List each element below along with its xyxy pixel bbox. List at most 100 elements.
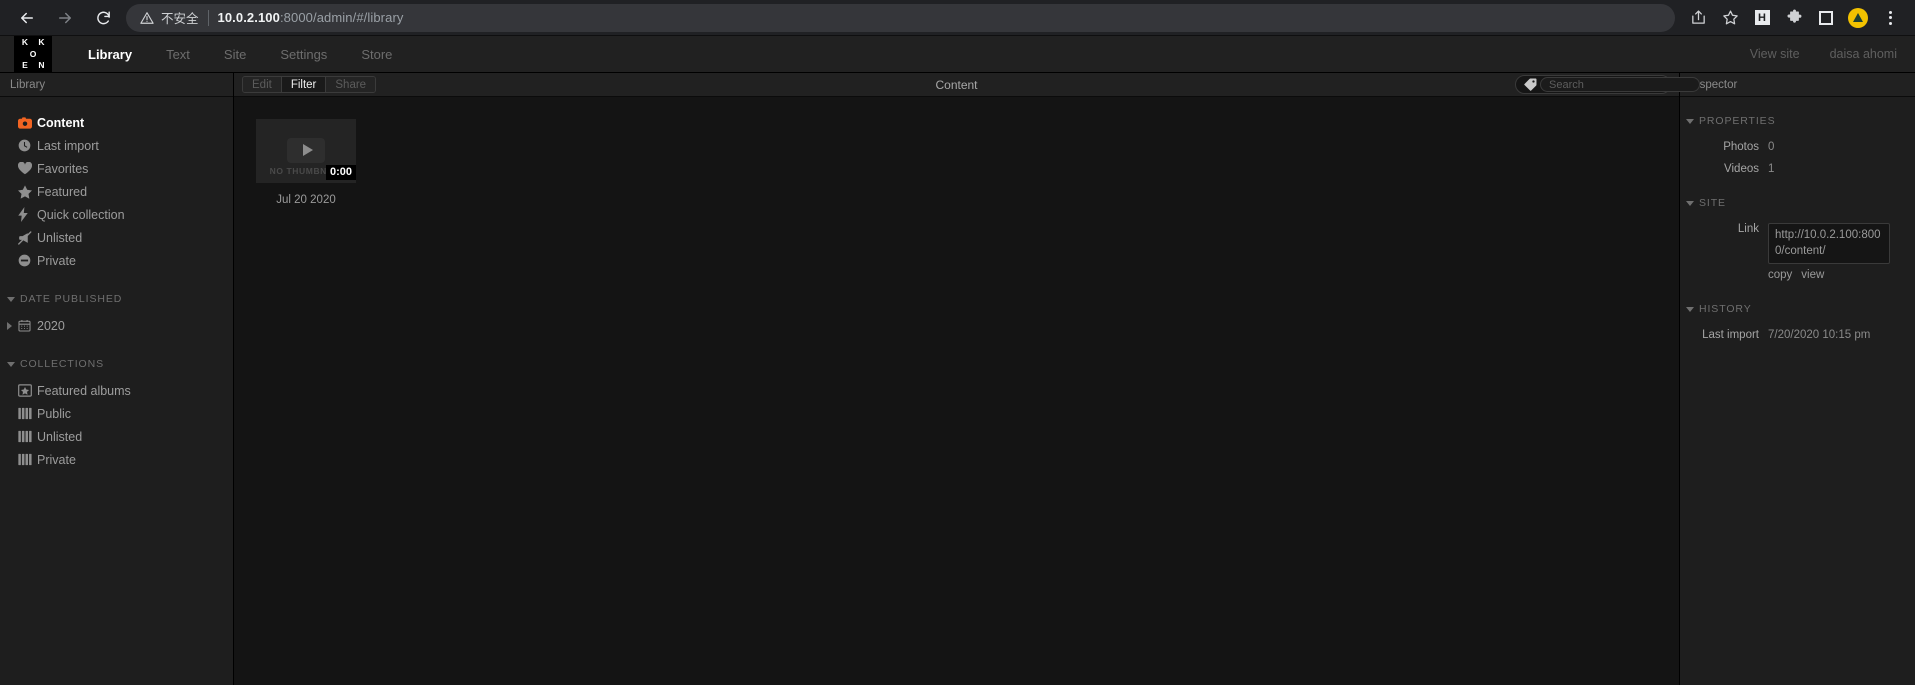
sidebar-item-featured-albums[interactable]: Featured albums xyxy=(0,379,233,402)
search-input[interactable] xyxy=(1540,77,1700,92)
sidebar-item-label: Quick collection xyxy=(37,207,125,222)
reload-button[interactable] xyxy=(86,3,120,33)
nav-item-site[interactable]: Site xyxy=(224,47,246,62)
extension-h-icon[interactable]: H xyxy=(1747,3,1777,33)
edit-button[interactable]: Edit xyxy=(243,77,282,92)
share-button[interactable]: Share xyxy=(326,77,376,92)
account-name-link[interactable]: daisa ahomi xyxy=(1830,47,1897,61)
app-header: K K E N O Library Text Site Settings Sto… xyxy=(0,36,1915,73)
address-bar[interactable]: 不安全 10.0.2.100:8000/admin/#/library xyxy=(126,3,1675,32)
albums-icon xyxy=(18,453,37,466)
inspector-row-photos: Photos 0 xyxy=(1680,141,1915,153)
puzzle-piece-icon[interactable] xyxy=(1779,3,1809,33)
play-icon xyxy=(287,137,325,163)
inspector-row-value: 0 xyxy=(1768,141,1775,153)
inspector-section-history[interactable]: HISTORY xyxy=(1680,299,1915,319)
sidebar-item-content[interactable]: Content xyxy=(0,111,233,134)
sidebar-square-glyph xyxy=(1819,10,1833,25)
sidebar-item-collection-public[interactable]: Public xyxy=(0,402,233,425)
sidebar-section-label: COLLECTIONS xyxy=(20,358,104,370)
avatar-glyph xyxy=(1853,13,1863,22)
warning-triangle-icon xyxy=(140,11,154,25)
sidebar-section-label: DATE PUBLISHED xyxy=(20,293,123,305)
inspector-section-label: HISTORY xyxy=(1699,303,1752,316)
filter-button[interactable]: Filter xyxy=(281,77,327,92)
chevron-right-icon[interactable] xyxy=(7,321,18,330)
arrow-left-icon xyxy=(21,12,33,23)
sidebar-item-label: Unlisted xyxy=(37,429,83,444)
sidebar-item-label: Featured albums xyxy=(37,383,131,398)
chevron-down-icon xyxy=(7,296,15,302)
tag-icon[interactable] xyxy=(1521,77,1540,92)
sidebar-item-label: Unlisted xyxy=(37,230,83,245)
forward-button[interactable] xyxy=(48,3,82,33)
asset-grid: NO THUMBNAIL 0:00 Jul 20 2020 xyxy=(234,97,1679,685)
sidebar-section-date-published[interactable]: DATE PUBLISHED xyxy=(0,288,233,310)
bookmark-star-icon[interactable] xyxy=(1715,3,1745,33)
security-status-label: 不安全 xyxy=(161,12,199,26)
sidebar-item-label: Featured xyxy=(37,184,88,199)
nav-item-store[interactable]: Store xyxy=(361,47,392,62)
inspector-section-properties[interactable]: PROPERTIES xyxy=(1680,111,1915,131)
albums-icon xyxy=(18,430,37,443)
copy-link-button[interactable]: copy xyxy=(1768,269,1792,281)
reload-icon xyxy=(96,11,110,25)
inspector-row-label: Link xyxy=(1737,223,1759,235)
back-button[interactable] xyxy=(10,3,44,33)
chevron-down-icon xyxy=(1686,306,1694,312)
asset-item[interactable]: NO THUMBNAIL 0:00 Jul 20 2020 xyxy=(256,119,356,206)
sidebar-item-featured[interactable]: Featured xyxy=(0,180,233,203)
sidebar-item-quick-collection[interactable]: Quick collection xyxy=(0,203,233,226)
minus-circle-icon xyxy=(18,254,37,267)
link-actions: copy view xyxy=(1768,269,1890,281)
nav-item-library[interactable]: Library xyxy=(88,47,132,62)
sidebar-item-label: Private xyxy=(37,253,76,268)
avatar xyxy=(1848,7,1868,28)
search-bar xyxy=(1515,75,1700,94)
sidebar-item-collection-private[interactable]: Private xyxy=(0,448,233,471)
content-action-buttons: Edit Filter Share xyxy=(242,76,377,93)
sidebar-item-label: 2020 xyxy=(37,318,65,333)
sidebar-section-collections[interactable]: COLLECTIONS xyxy=(0,353,233,375)
share-icon[interactable] xyxy=(1683,3,1713,33)
sidebar-item-collection-unlisted[interactable]: Unlisted xyxy=(0,425,233,448)
content-title: Content xyxy=(935,77,978,92)
sidebar-item-year-2020[interactable]: 2020 xyxy=(0,314,233,337)
site-link-field[interactable]: http://10.0.2.100:8000/content/ xyxy=(1768,223,1890,265)
inspector-row-label: Last import xyxy=(1702,329,1759,342)
star-album-icon xyxy=(18,384,37,397)
url-host: 10.0.2.100 xyxy=(217,10,280,25)
sidebar-item-private[interactable]: Private xyxy=(0,249,233,272)
sidebar-scroll: Content Last import Favorites Featured Q… xyxy=(0,97,233,685)
chevron-down-icon xyxy=(1686,118,1694,124)
clock-icon xyxy=(18,139,37,152)
chevron-down-icon xyxy=(1686,200,1694,206)
calendar-icon xyxy=(18,319,37,332)
view-link-button[interactable]: view xyxy=(1801,269,1824,281)
sidebar-item-last-import[interactable]: Last import xyxy=(0,134,233,157)
nav-item-text[interactable]: Text xyxy=(166,47,190,62)
albums-icon xyxy=(18,407,37,420)
sidebar-item-label: Public xyxy=(37,406,72,421)
sidebar-item-unlisted[interactable]: Unlisted xyxy=(0,226,233,249)
asset-caption: Jul 20 2020 xyxy=(276,194,336,206)
omnibox-divider xyxy=(207,9,209,26)
inspector-row-videos: Videos 1 xyxy=(1680,163,1915,175)
sidebar-item-label: Content xyxy=(37,115,85,130)
header-right-actions: View site daisa ahomi xyxy=(1750,36,1897,72)
inspector-section-site[interactable]: SITE xyxy=(1680,193,1915,213)
url-text: 10.0.2.100:8000/admin/#/library xyxy=(218,10,404,25)
asset-thumbnail[interactable]: NO THUMBNAIL 0:00 xyxy=(256,119,356,183)
inspector-row-label: Videos xyxy=(1724,163,1759,175)
sidebar-square-icon[interactable] xyxy=(1811,3,1841,33)
nav-item-settings[interactable]: Settings xyxy=(280,47,327,62)
view-site-link[interactable]: View site xyxy=(1750,47,1800,61)
arrow-right-icon xyxy=(59,12,71,23)
sidebar-item-favorites[interactable]: Favorites xyxy=(0,157,233,180)
koken-logo[interactable]: K K E N O xyxy=(14,36,52,72)
inspector-row-label: Photos xyxy=(1723,141,1759,153)
profile-avatar-icon[interactable] xyxy=(1843,3,1873,33)
megaphone-slash-icon xyxy=(18,230,37,245)
star-icon xyxy=(18,184,37,199)
kebab-menu-icon[interactable] xyxy=(1875,3,1905,33)
